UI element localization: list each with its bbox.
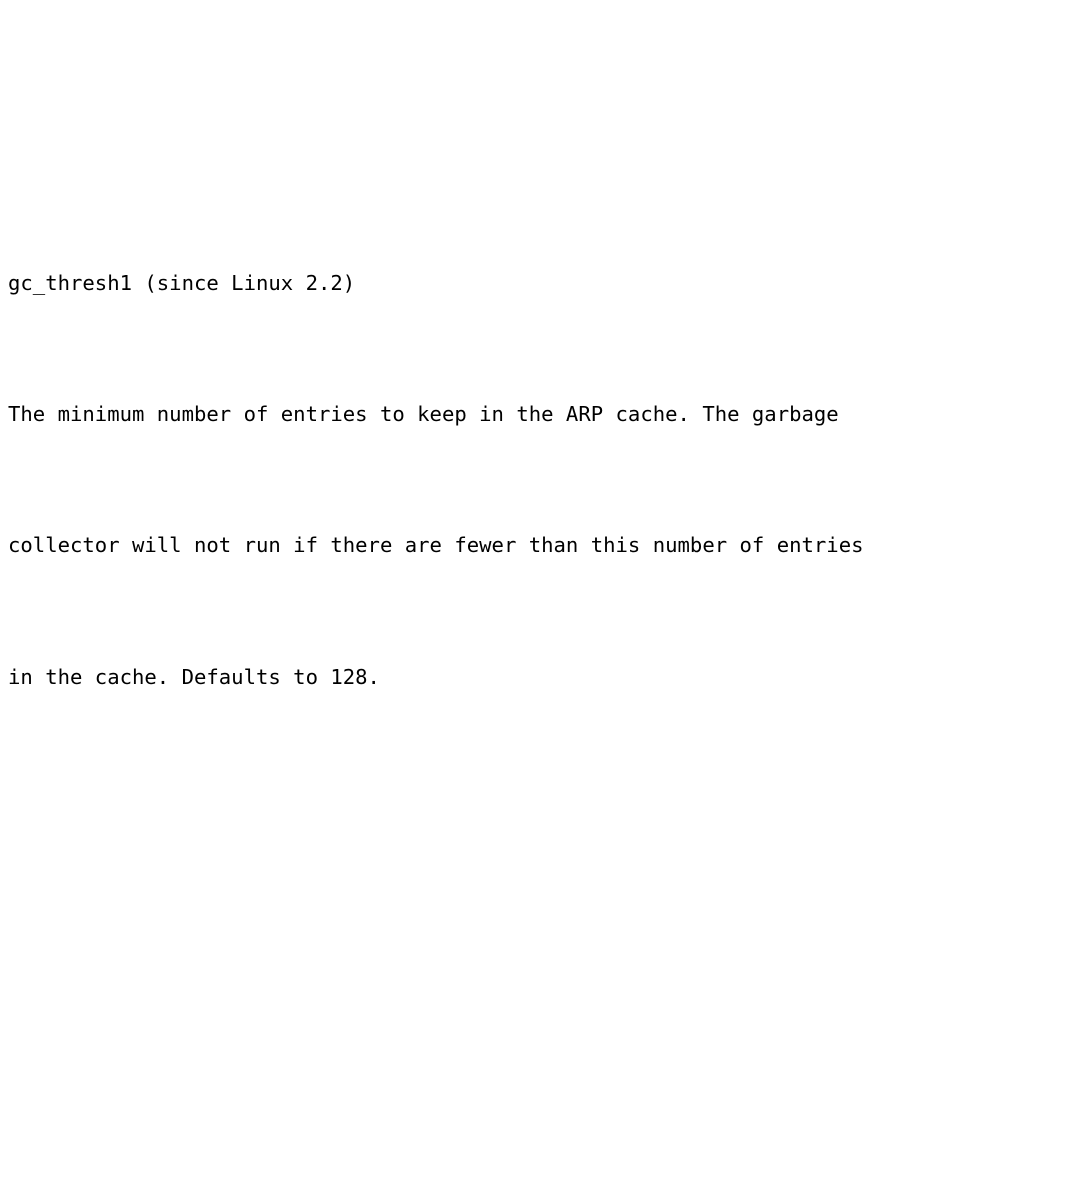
description-line: in the cache. Defaults to 128. [8,664,380,689]
manpage-text-body: gc_thresh1 (since Linux 2.2) The minimum… [8,0,1080,1198]
description-line: collector will not run if there are fewe… [8,533,864,558]
description-line: The minimum number of entries to keep in… [8,402,839,427]
term-heading-gc-thresh1: gc_thresh1 (since Linux 2.2) [8,271,356,296]
document-page: gc_thresh1 (since Linux 2.2) The minimum… [0,0,1080,688]
entry-gc-thresh2: gc_thresh2 (since Linux 2.2) The soft ma… [8,1136,1080,1198]
entry-gc-thresh1: gc_thresh1 (since Linux 2.2) The minimum… [8,175,1080,787]
